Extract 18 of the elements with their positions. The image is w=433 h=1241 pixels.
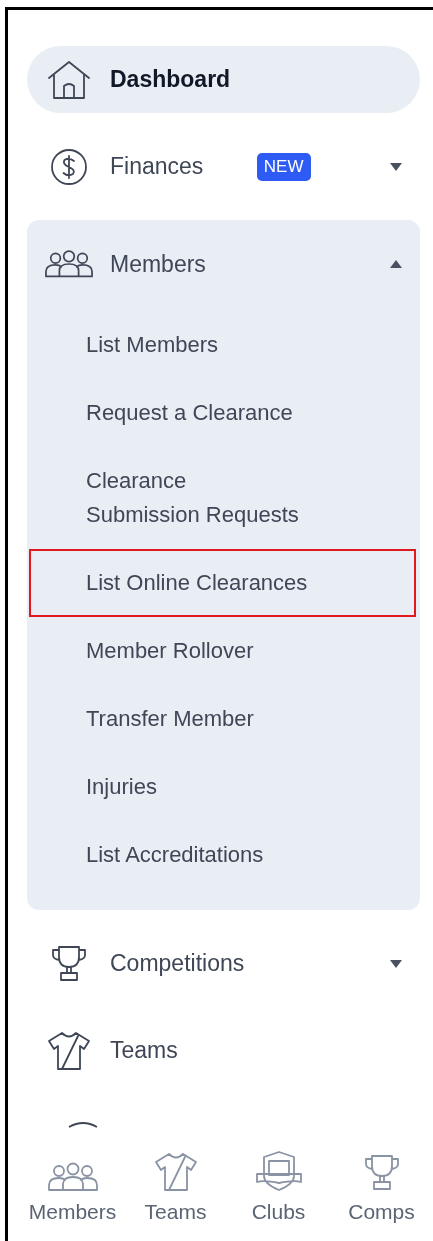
- nav-item[interactable]: Dashboard: [27, 46, 420, 113]
- submenu-item[interactable]: List Members: [29, 311, 416, 379]
- bottom-nav-label[interactable]: Teams: [144, 1200, 207, 1224]
- submenu-item[interactable]: Injuries: [29, 753, 416, 821]
- submenu-item[interactable]: Transfer Member: [29, 685, 416, 753]
- nav-item[interactable]: Finances NEW: [27, 133, 420, 200]
- bottom-nav-label[interactable]: Clubs: [251, 1200, 306, 1224]
- bottom-nav-label[interactable]: Comps: [348, 1200, 415, 1224]
- nav-item[interactable]: Competitions: [27, 930, 420, 997]
- new-badge: NEW: [256, 152, 311, 181]
- nav-item[interactable]: Teams: [27, 1017, 420, 1084]
- bottom-nav-label[interactable]: Members: [28, 1200, 117, 1224]
- submenu-item[interactable]: List Accreditations: [29, 821, 416, 889]
- submenu-item[interactable]: List Online Clearances: [29, 549, 416, 617]
- nav-group-label[interactable]: Members: [110, 250, 206, 278]
- submenu-item[interactable]: Member Rollover: [29, 617, 416, 685]
- submenu-item[interactable]: Clearance Submission Requests: [29, 447, 416, 549]
- submenu-item[interactable]: Request a Clearance: [29, 379, 416, 447]
